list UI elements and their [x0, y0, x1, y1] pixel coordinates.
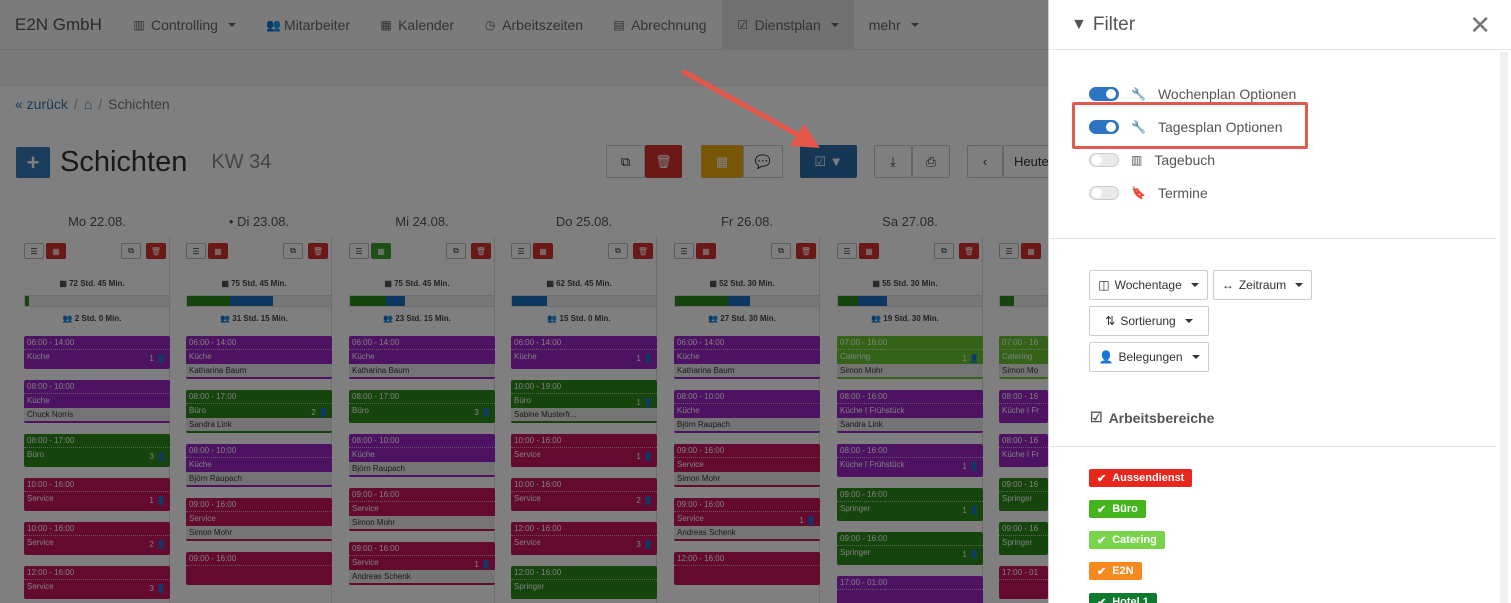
- highlight-box: [1072, 102, 1308, 149]
- page: { "nav": { "brand": "E2N GmbH", "items":…: [0, 0, 1511, 603]
- divider: [1050, 238, 1496, 239]
- check-icon: ✔: [1097, 596, 1107, 603]
- tag-label: Catering: [1112, 534, 1157, 546]
- dropdown-label: Wochentage: [1114, 278, 1182, 292]
- dropdown-label: Zeitraum: [1238, 278, 1287, 292]
- wrench-icon: 🔧: [1131, 87, 1146, 101]
- check-icon: ✔: [1097, 534, 1107, 547]
- dropdown-belegungen[interactable]: 👤 Belegungen: [1089, 342, 1209, 372]
- arbeitsbereiche-heading: ☑ Arbeitsbereiche: [1090, 409, 1214, 426]
- area-tag-aussendienst[interactable]: ✔ Aussendienst: [1089, 469, 1193, 487]
- tag-label: Aussendienst: [1112, 472, 1185, 484]
- divider: [1050, 446, 1496, 447]
- toggle-label: Tagebuch: [1154, 152, 1216, 168]
- toggle-switch[interactable]: [1089, 186, 1119, 200]
- caret-down-icon: [1184, 319, 1193, 323]
- caret-down-icon: [1191, 355, 1200, 359]
- dropdown-zeitraum[interactable]: ↔ Zeitraum: [1213, 270, 1312, 300]
- area-tag-catering[interactable]: ✔ Catering: [1089, 531, 1165, 549]
- columns-icon: ◫: [1098, 278, 1110, 292]
- dropdown-label: Belegungen: [1118, 350, 1183, 364]
- bar-chart-icon: ▥: [1131, 153, 1143, 167]
- tag-label: Büro: [1112, 503, 1138, 515]
- check-icon: ✔: [1097, 565, 1107, 578]
- filter-title: Filter: [1092, 13, 1136, 35]
- filter-header: ▼ Filter ✕: [1049, 0, 1511, 50]
- bookmark-icon: 🔖: [1131, 186, 1146, 200]
- dropdown-sortierung[interactable]: ⇅ Sortierung: [1089, 306, 1209, 336]
- area-tag-hotel-1[interactable]: ✔ Hotel 1: [1089, 593, 1157, 603]
- toggle-tagebuch[interactable]: ▥ Tagebuch: [1089, 152, 1215, 168]
- area-tag-e2n[interactable]: ✔ E2N: [1089, 562, 1142, 580]
- check-icon: ✔: [1097, 472, 1107, 485]
- caret-down-icon: [1190, 283, 1199, 287]
- modal-backdrop[interactable]: [0, 0, 1048, 603]
- toggle-label: Wochenplan Optionen: [1157, 86, 1297, 102]
- tag-label: E2N: [1112, 565, 1134, 577]
- filter-icon: ▼: [1071, 15, 1087, 33]
- tag-label: Hotel 1: [1112, 596, 1149, 603]
- close-icon[interactable]: ✕: [1469, 10, 1491, 41]
- scrollbar[interactable]: [1500, 52, 1508, 603]
- caret-down-icon: [1295, 283, 1304, 287]
- toggle-switch[interactable]: [1089, 87, 1119, 101]
- toggle-wochenplan[interactable]: 🔧 Wochenplan Optionen: [1089, 86, 1296, 102]
- user-icon: 👤: [1098, 350, 1114, 364]
- sort-icon: ⇅: [1105, 314, 1116, 328]
- dropdown-label: Sortierung: [1120, 314, 1176, 328]
- toggle-label: Termine: [1157, 185, 1208, 201]
- check-square-icon: ☑: [1090, 409, 1103, 425]
- dropdown-wochentage[interactable]: ◫ Wochentage: [1089, 270, 1208, 300]
- arrows-h-icon: ↔: [1221, 278, 1234, 292]
- section-title: Arbeitsbereiche: [1108, 409, 1215, 426]
- toggle-switch[interactable]: [1089, 153, 1119, 167]
- check-icon: ✔: [1097, 503, 1107, 516]
- area-tag-büro[interactable]: ✔ Büro: [1089, 500, 1146, 518]
- annotation-arrow: [681, 69, 820, 148]
- toggle-termine[interactable]: 🔖 Termine: [1089, 185, 1208, 201]
